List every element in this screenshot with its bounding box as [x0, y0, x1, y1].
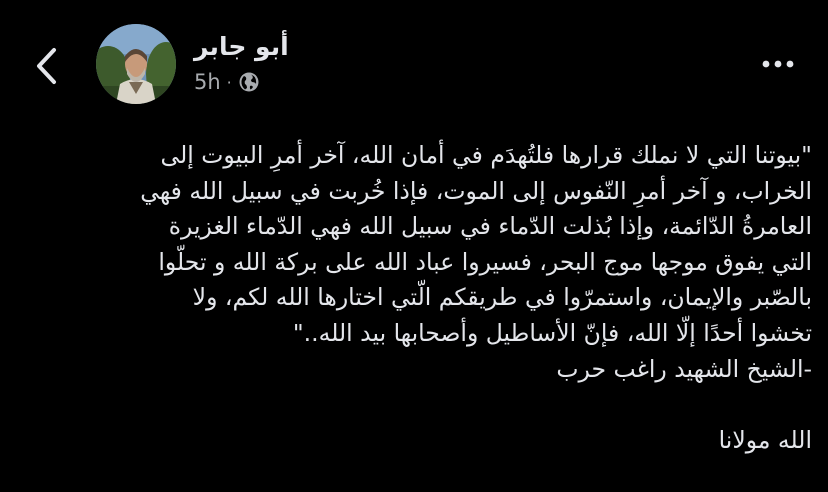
post-text-line: تخشوا أحدًا إلّا الله، فإنّ الأساطيل وأص…	[292, 318, 812, 347]
author-block: أبو جابر 5h ·	[194, 30, 289, 94]
avatar-photo	[96, 24, 176, 104]
meta-separator: ·	[226, 72, 232, 92]
post-text-line: الخراب، و آخر أمرِ النّفوس إلى الموت، فإ…	[140, 176, 812, 205]
post-time[interactable]: 5h	[194, 70, 221, 94]
avatar[interactable]	[96, 24, 176, 104]
post-attribution: -الشيخ الشهيد راغب حرب	[556, 354, 812, 383]
globe-icon	[238, 71, 260, 93]
chevron-left-icon	[37, 48, 56, 84]
post-text-line: التي يفوق موجها موج البحر، فسيروا عباد ا…	[158, 247, 812, 276]
post-text-line: "بيوتنا التي لا نملك قرارها فلتُهدَم في …	[160, 141, 812, 169]
back-button[interactable]	[30, 44, 64, 88]
post-header: أبو جابر 5h ·	[0, 0, 828, 120]
more-options-button[interactable]	[758, 52, 798, 76]
author-name[interactable]: أبو جابر	[194, 30, 289, 64]
post-text-line: العامرةُ الدّائمة، وإذا بُذلت الدّماء في…	[168, 212, 812, 241]
post-text-line: بالصّبر والإيمان، واستمرّوا في طريقكم ال…	[192, 283, 812, 312]
post-closing-line: الله مولانا	[718, 425, 812, 454]
more-horizontal-icon	[762, 60, 794, 68]
post-meta: 5h ·	[194, 70, 289, 94]
post-text: "بيوتنا التي لا نملك قرارها فلتُهدَم في …	[22, 138, 812, 458]
